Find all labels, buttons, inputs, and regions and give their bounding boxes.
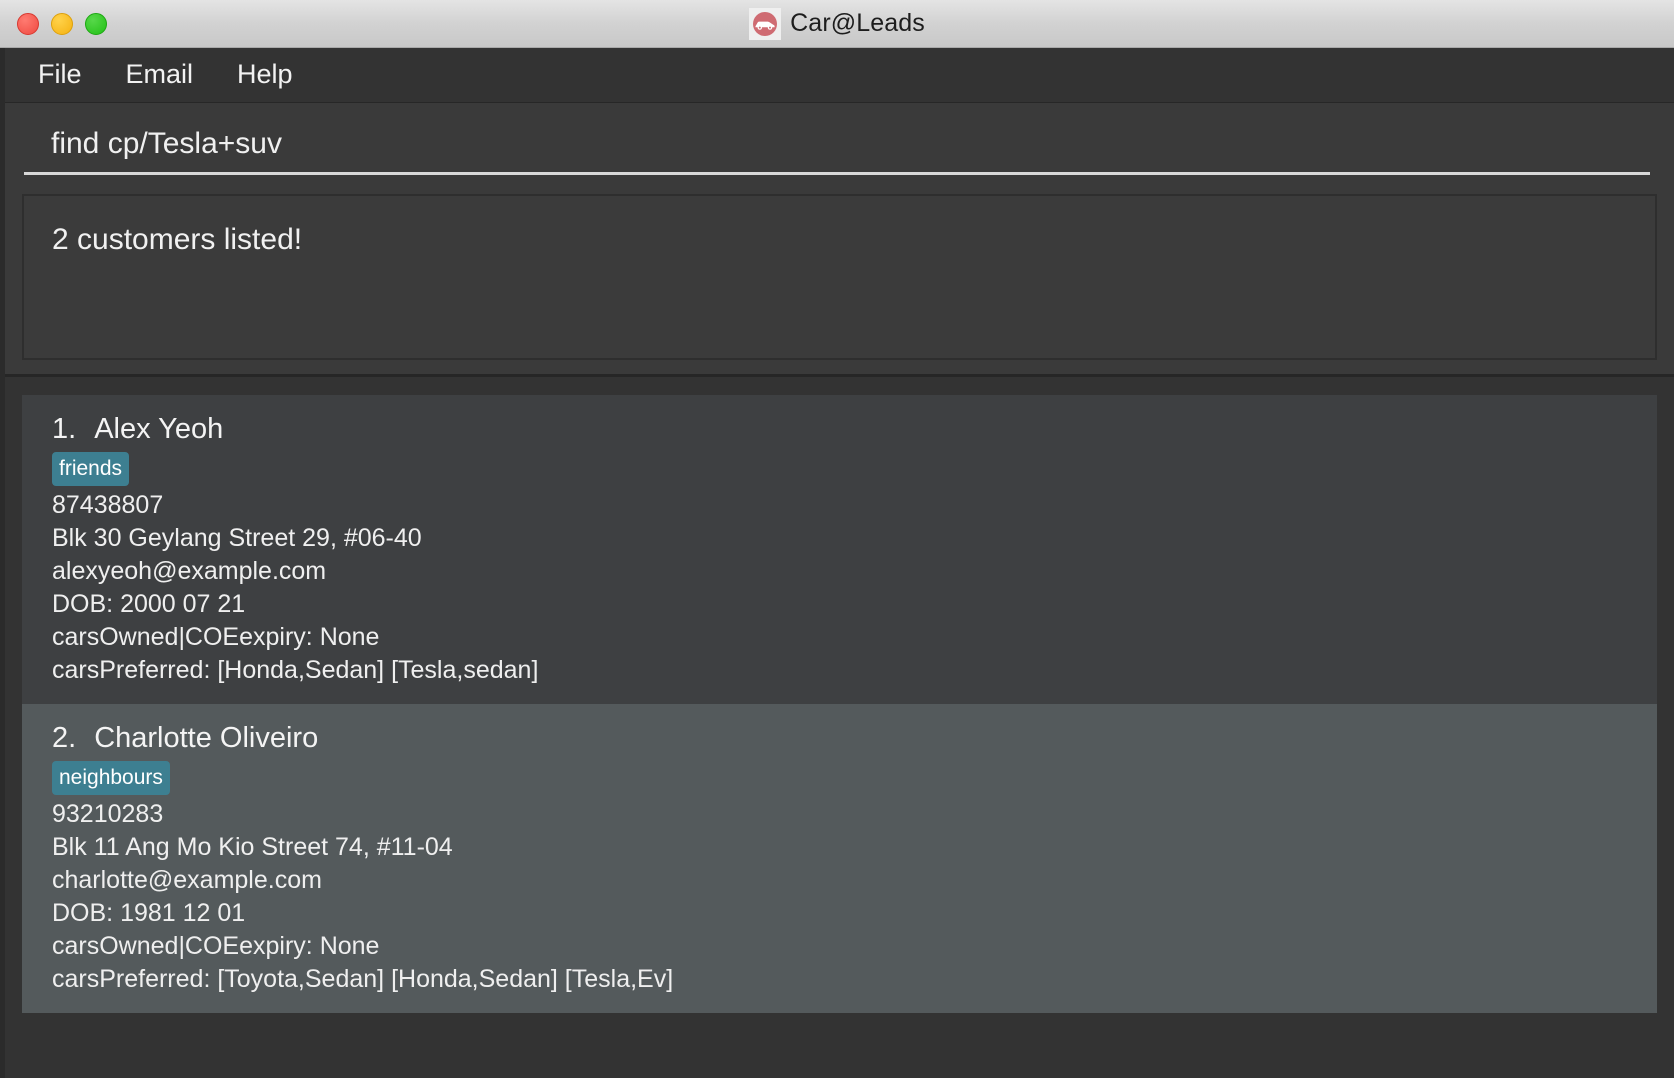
customer-name: Alex Yeoh (94, 413, 224, 445)
customer-phone: 93210283 (52, 800, 164, 828)
customer-index: 2. (52, 722, 77, 754)
window-title: Car@Leads (790, 9, 925, 37)
window-left-edge (0, 48, 5, 1078)
customer-email: charlotte@example.com (52, 866, 322, 894)
maximize-window-button[interactable] (85, 12, 107, 35)
command-input-underline (24, 172, 1650, 175)
result-message: 2 customers listed! (52, 223, 303, 256)
customer-phone: 87438807 (52, 491, 164, 519)
customer-cars-preferred: carsPreferred: [Honda,Sedan] [Tesla,seda… (52, 656, 539, 684)
customer-email: alexyeoh@example.com (52, 557, 327, 585)
customer-index: 1. (52, 413, 77, 445)
app-window: Car@Leads File Email Help find cp/Tesla+… (0, 0, 1674, 1078)
menu-item-file[interactable]: File (30, 57, 104, 94)
customer-cars-preferred: carsPreferred: [Toyota,Sedan] [Honda,Sed… (52, 965, 674, 993)
title-bar: Car@Leads (0, 0, 1674, 48)
customer-name: Charlotte Oliveiro (94, 722, 319, 754)
menu-item-help[interactable]: Help (215, 57, 315, 94)
result-display-wrapper: 2 customers listed! (0, 184, 1674, 374)
title-bar-center: Car@Leads (0, 7, 1674, 40)
customer-cars-owned: carsOwned|COEexpiry: None (52, 932, 380, 960)
menu-bar: File Email Help (0, 48, 1674, 102)
minimize-window-button[interactable] (51, 12, 73, 35)
customer-tags: neighbours (52, 761, 1657, 795)
command-input[interactable]: find cp/Tesla+suv (24, 125, 1650, 163)
list-item[interactable]: 1. Alex Yeoh friends 87438807 Blk 30 Gey… (22, 395, 1657, 704)
customer-dob: DOB: 1981 12 01 (52, 899, 246, 927)
window-controls (0, 12, 107, 35)
list-item[interactable]: 2. Charlotte Oliveiro neighbours 9321028… (22, 704, 1657, 1013)
tag-badge: friends (52, 452, 130, 486)
car-icon (749, 7, 782, 40)
customer-address: Blk 30 Geylang Street 29, #06-40 (52, 524, 422, 552)
customer-tags: friends (52, 452, 1657, 486)
customer-title: 1. Alex Yeoh (52, 409, 1657, 449)
result-display-box: 2 customers listed! (22, 194, 1657, 360)
menu-item-email[interactable]: Email (104, 57, 216, 94)
customer-cars-owned: carsOwned|COEexpiry: None (52, 623, 380, 651)
customer-address: Blk 11 Ang Mo Kio Street 74, #11-04 (52, 833, 453, 861)
command-area: find cp/Tesla+suv (0, 102, 1674, 184)
customer-title: 2. Charlotte Oliveiro (52, 718, 1657, 758)
close-window-button[interactable] (17, 12, 39, 35)
tag-badge: neighbours (52, 761, 170, 795)
customer-dob: DOB: 2000 07 21 (52, 590, 246, 618)
customer-list[interactable]: 1. Alex Yeoh friends 87438807 Blk 30 Gey… (0, 374, 1674, 1078)
